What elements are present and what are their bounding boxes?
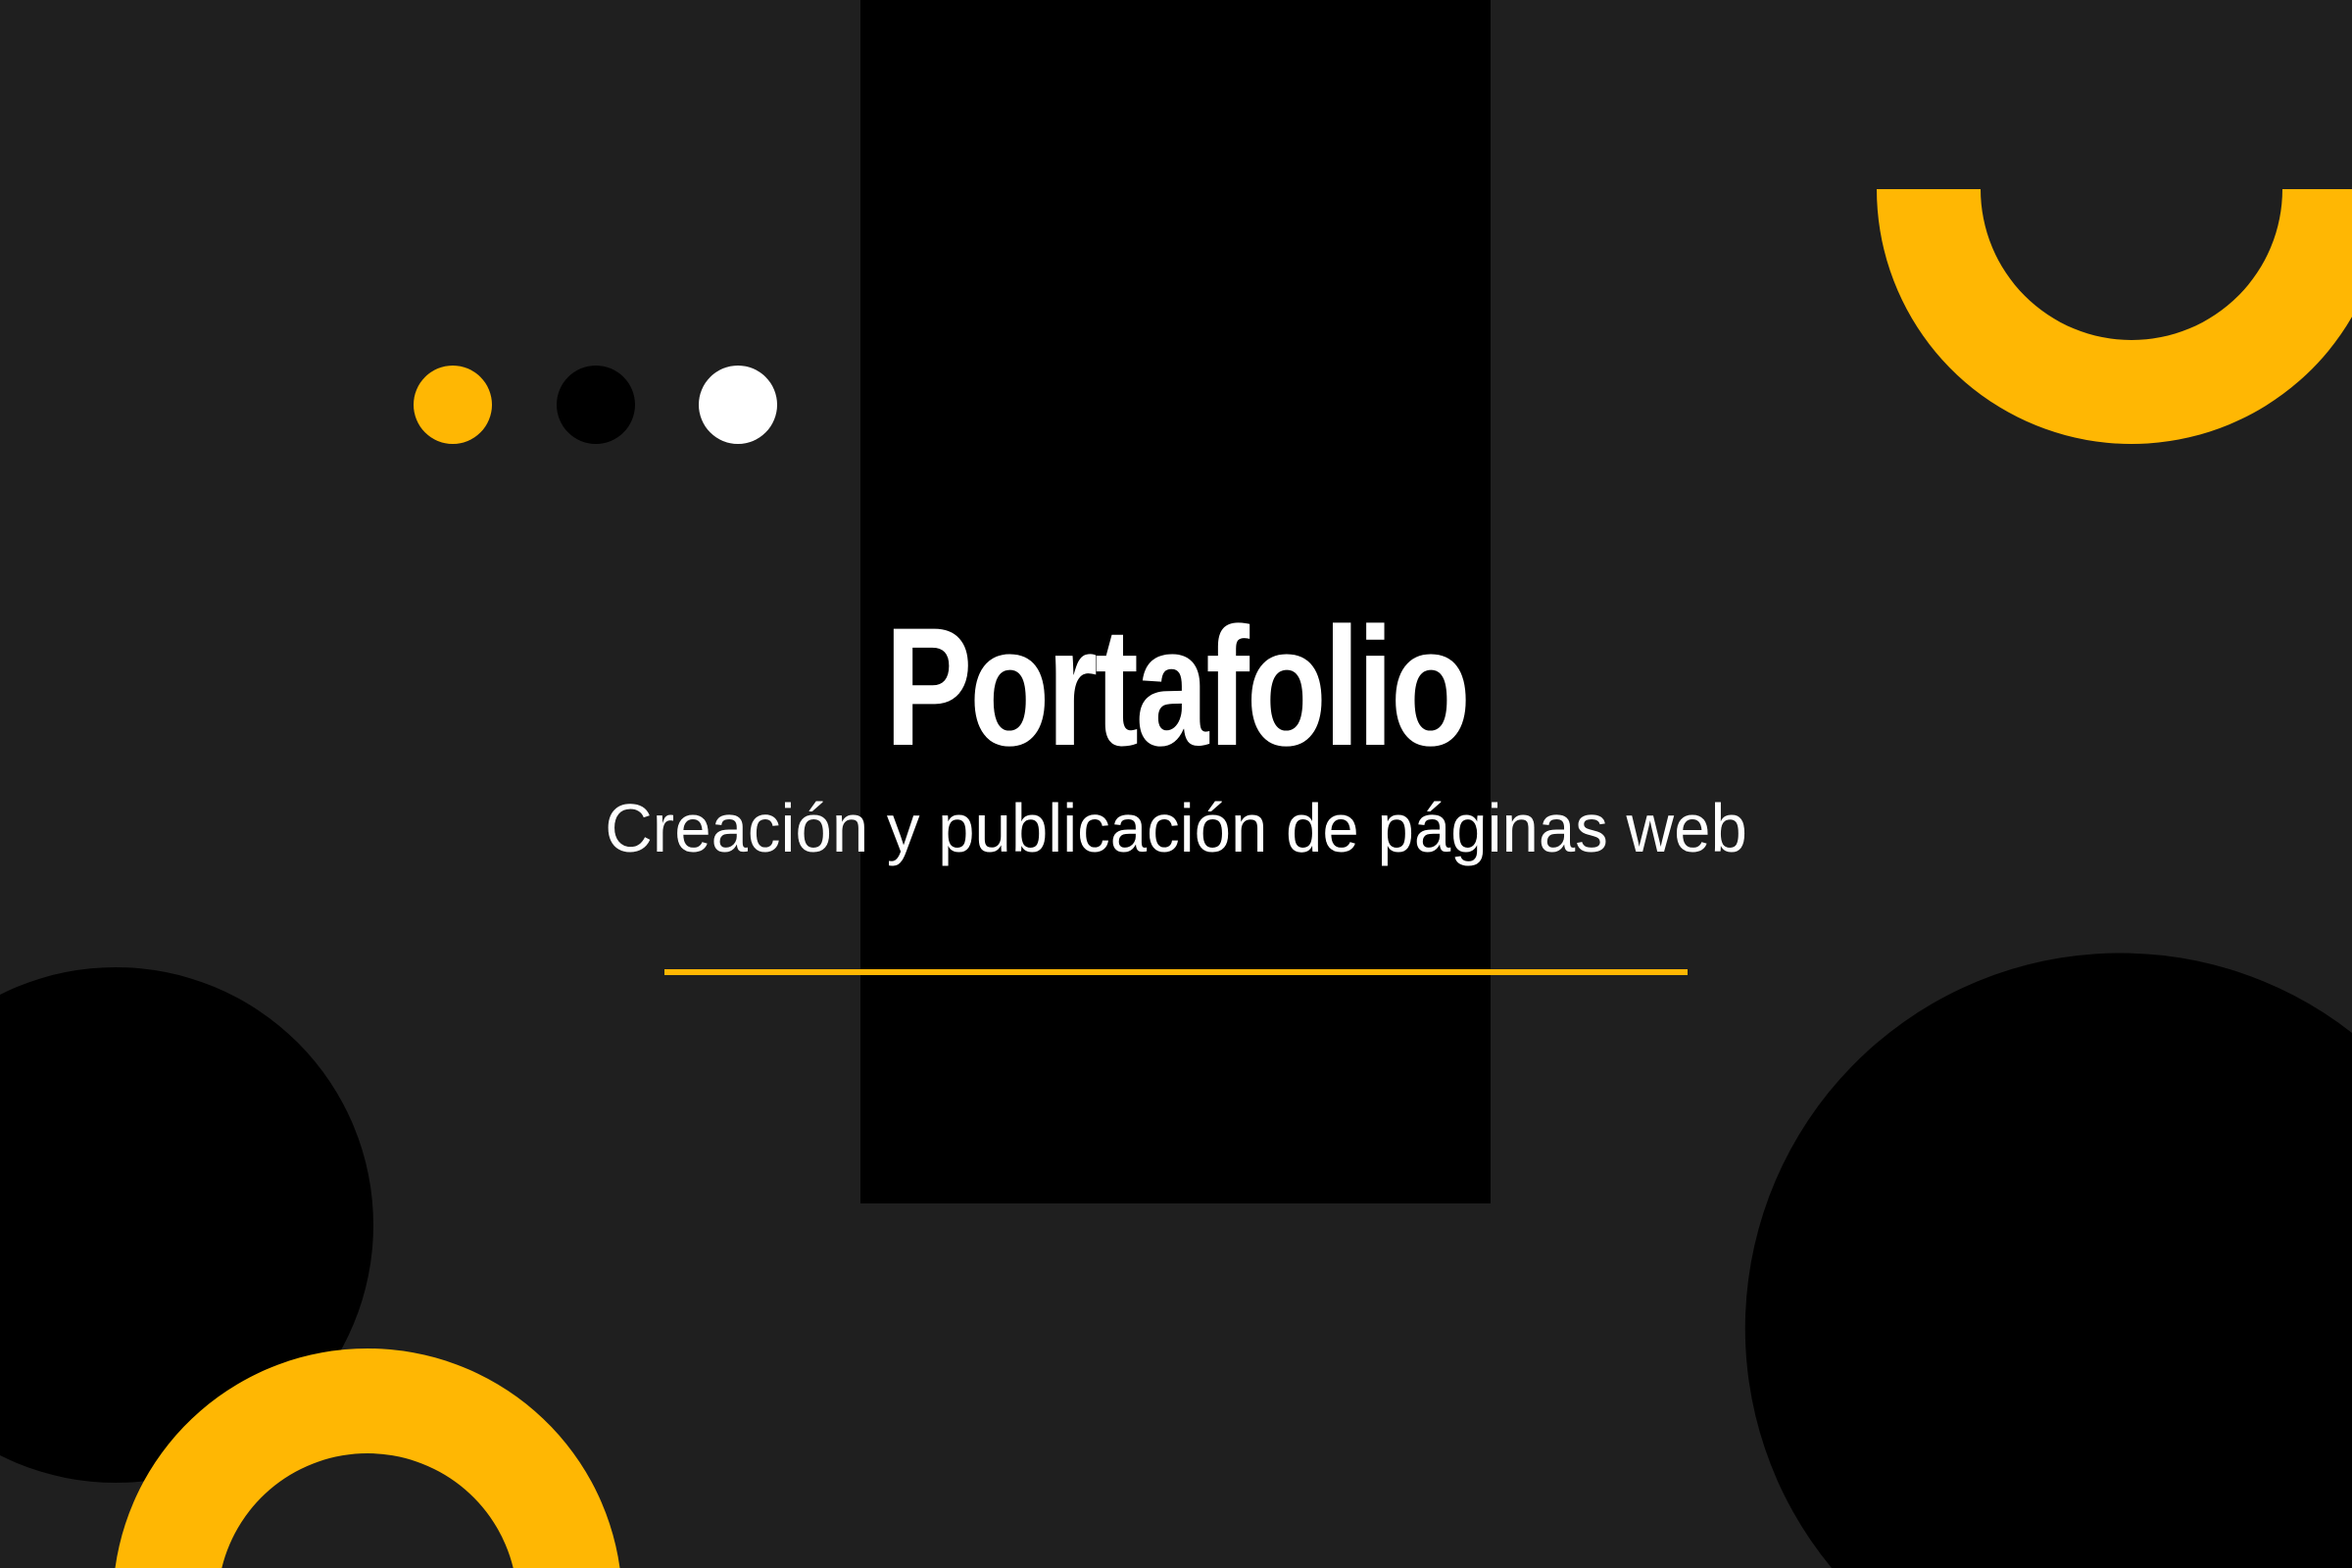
slide: Portafolio Creación y publicación de pág… <box>0 0 2352 1568</box>
bottom-right-black-circle <box>1744 953 2352 1568</box>
hero-title: Portafolio <box>0 603 2352 771</box>
black-dot <box>557 366 635 444</box>
yellow-dot <box>414 366 492 444</box>
hero-subtitle: Creación y publicación de páginas web <box>0 784 2352 872</box>
top-right-yellow-arc <box>1877 189 2352 445</box>
white-dot <box>699 366 777 444</box>
accent-divider <box>664 969 1688 975</box>
hero-title-text: Portafolio <box>884 593 1471 781</box>
hero-subtitle-text: Creación y publicación de páginas web <box>605 790 1747 866</box>
